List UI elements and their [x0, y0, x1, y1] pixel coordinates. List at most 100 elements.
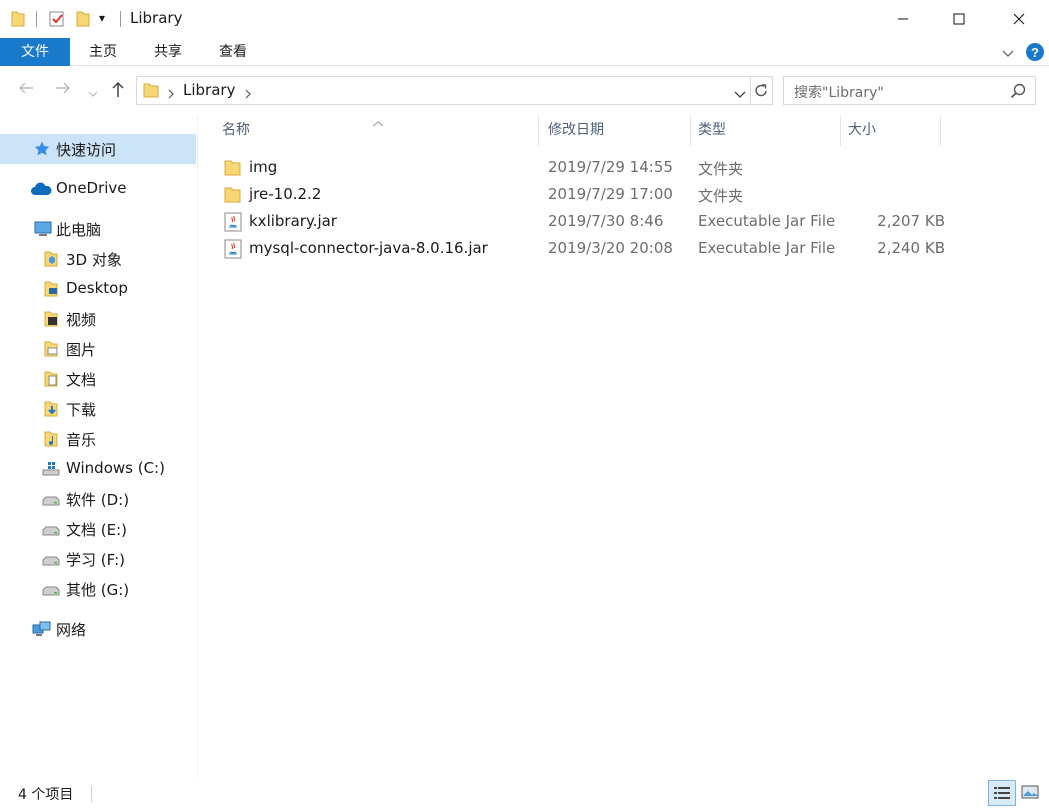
tab-view[interactable]: 查看	[208, 38, 258, 66]
help-icon[interactable]: ?	[1025, 42, 1045, 66]
separator	[36, 11, 37, 27]
sidebar-item-label: 文档	[66, 371, 97, 389]
close-button[interactable]	[994, 0, 1044, 38]
windows-drive-icon	[42, 460, 60, 478]
address-bar[interactable]: Library	[136, 76, 773, 105]
separator	[120, 11, 121, 27]
title-bar: ▾ Library	[0, 0, 1049, 38]
file-row[interactable]: kxlibrary.jar 2019/7/30 8:46 Executable Ja…	[215, 208, 945, 235]
file-name: mysql-connector-java-8.0.16.jar	[249, 239, 488, 257]
sidebar-item-label: 快速访问	[56, 141, 117, 159]
sidebar-item-label: 图片	[66, 341, 97, 359]
network-icon	[32, 620, 51, 638]
search-placeholder: 搜索"Library"	[794, 85, 884, 101]
file-date: 2019/3/20 20:08	[548, 239, 673, 257]
sidebar-item-label: 其他 (G:)	[66, 581, 130, 599]
file-list: 名称 修改日期 类型 大小 img 2019/7/29 14:55 文件夹 jre-1…	[199, 116, 1049, 778]
up-icon[interactable]	[110, 80, 126, 102]
file-size: 2,240 KB	[877, 239, 945, 257]
file-type: 文件夹	[698, 160, 744, 178]
sidebar-item-d[interactable]: 软件 (D:)	[0, 484, 196, 514]
details-view-icon	[994, 786, 1010, 804]
chevron-right-icon[interactable]	[167, 85, 175, 103]
file-name: kxlibrary.jar	[249, 212, 337, 230]
chevron-right-icon[interactable]	[244, 85, 252, 103]
sidebar-item-f[interactable]: 学习 (F:)	[0, 544, 196, 574]
tab-home[interactable]: 主页	[78, 38, 128, 66]
large-icons-view-icon	[1021, 785, 1039, 803]
window-title: Library	[130, 9, 183, 27]
onedrive-cloud-icon	[30, 180, 52, 198]
file-date: 2019/7/30 8:46	[548, 212, 664, 230]
back-icon[interactable]	[17, 80, 35, 100]
search-input[interactable]: 搜索"Library"	[783, 76, 1036, 105]
navigation-pane: 快速访问 OneDrive 此电脑 3D 对象 Desktop 视频图片文档下载音乐…	[0, 116, 198, 778]
folder-icon	[223, 185, 243, 205]
maximize-button[interactable]	[934, 0, 984, 38]
sidebar-item-3d[interactable]: 3D 对象	[0, 244, 196, 274]
file-row[interactable]: img 2019/7/29 14:55 文件夹	[215, 154, 945, 181]
expand-ribbon-icon[interactable]	[1001, 46, 1015, 64]
search-icon[interactable]	[1010, 83, 1026, 103]
address-history-dropdown-icon[interactable]	[734, 86, 746, 104]
recent-locations-icon[interactable]	[88, 84, 98, 102]
videos-icon	[42, 310, 60, 328]
column-header-name[interactable]: 名称	[215, 116, 539, 146]
column-header-date[interactable]: 修改日期	[541, 116, 691, 146]
sidebar-item-onedrive[interactable]: OneDrive	[0, 174, 196, 204]
sidebar-item-e[interactable]: 文档 (E:)	[0, 514, 196, 544]
sidebar-item-label: 音乐	[66, 431, 97, 449]
sidebar-item-[interactable]: 下载	[0, 394, 196, 424]
sidebar-item-label: Windows (C:)	[66, 459, 165, 477]
drive-icon	[42, 550, 60, 568]
sidebar-item-quick-access[interactable]: 快速访问	[0, 134, 196, 164]
sidebar-item-g[interactable]: 其他 (G:)	[0, 574, 196, 604]
sidebar-item-this-pc[interactable]: 此电脑	[0, 214, 196, 244]
file-row[interactable]: mysql-connector-java-8.0.16.jar 2019/3/20…	[215, 235, 945, 262]
status-bar: 4 个项目	[0, 778, 1049, 809]
sidebar-item-desktop[interactable]: Desktop	[0, 274, 196, 304]
column-header-type[interactable]: 类型	[691, 116, 841, 146]
sidebar-item-label: 视频	[66, 311, 97, 329]
java-jar-icon	[223, 212, 243, 232]
sidebar-item-label: 此电脑	[56, 221, 102, 239]
properties-icon[interactable]	[48, 10, 66, 32]
desktop-icon	[42, 280, 60, 298]
sidebar-item-windows-c[interactable]: Windows (C:)	[0, 454, 196, 484]
tab-file[interactable]: 文件	[0, 38, 70, 66]
separator	[91, 786, 92, 802]
sidebar-item-[interactable]: 音乐	[0, 424, 196, 454]
separator	[750, 77, 751, 104]
sidebar-item-[interactable]: 视频	[0, 304, 196, 334]
sidebar-item-label: OneDrive	[56, 179, 127, 197]
file-name: img	[249, 158, 278, 176]
customize-qat-dropdown[interactable]: ▾	[99, 11, 105, 25]
drive-icon	[42, 580, 60, 598]
new-folder-icon[interactable]	[75, 10, 91, 32]
refresh-icon[interactable]	[753, 82, 769, 103]
file-type: Executable Jar File	[698, 239, 836, 257]
sidebar-item-label: 下载	[66, 401, 97, 419]
sidebar-item-label: 网络	[56, 621, 87, 639]
sidebar-item-network[interactable]: 网络	[0, 614, 196, 644]
folder-icon	[10, 10, 26, 32]
star-icon	[33, 140, 51, 158]
column-header-size[interactable]: 大小	[841, 116, 941, 146]
sidebar-item-[interactable]: 文档	[0, 364, 196, 394]
file-row[interactable]: jre-10.2.2 2019/7/29 17:00 文件夹	[215, 181, 945, 208]
sidebar-item-[interactable]: 图片	[0, 334, 196, 364]
sidebar-item-label: Desktop	[66, 279, 128, 297]
file-type: Executable Jar File	[698, 212, 836, 230]
details-view-button[interactable]	[988, 780, 1016, 806]
drive-icon	[42, 490, 60, 508]
forward-icon[interactable]	[54, 80, 72, 100]
folder-icon	[143, 82, 159, 103]
file-type: 文件夹	[698, 187, 744, 205]
tab-share[interactable]: 共享	[143, 38, 193, 66]
minimize-button[interactable]	[878, 0, 928, 38]
file-date: 2019/7/29 14:55	[548, 158, 673, 176]
sidebar-item-label: 文档 (E:)	[66, 521, 128, 539]
large-icons-view-button[interactable]	[1017, 780, 1045, 806]
downloads-icon	[42, 400, 60, 418]
breadcrumb-library[interactable]: Library	[183, 81, 235, 99]
